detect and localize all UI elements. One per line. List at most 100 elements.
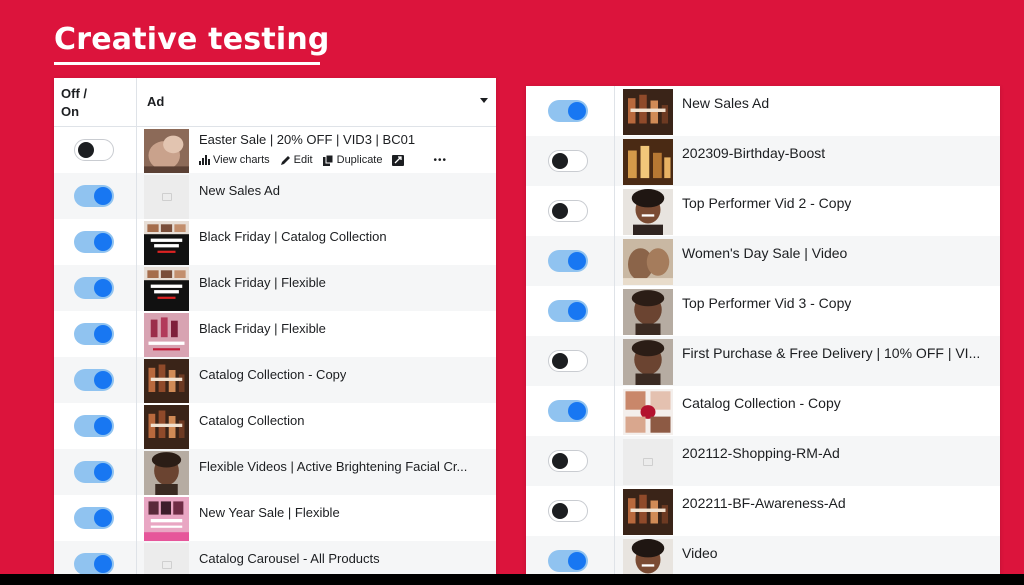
sort-caret-icon[interactable]	[480, 98, 488, 103]
table-row[interactable]: New Sales Ad	[526, 86, 1000, 136]
ad-thumbnail[interactable]	[144, 313, 189, 357]
toggle-knob	[568, 552, 586, 570]
ad-toggle-switch[interactable]	[548, 200, 588, 222]
toggle-knob	[94, 187, 112, 205]
ad-thumbnail[interactable]	[623, 189, 673, 235]
ad-name-link[interactable]: Catalog Collection	[199, 413, 305, 428]
ad-name-link[interactable]: Easter Sale | 20% OFF | VID3 | BC01	[199, 132, 415, 147]
ad-toggle-switch[interactable]	[74, 323, 114, 345]
ad-cell: Black Friday | Flexible	[137, 311, 496, 357]
ad-toggle-switch[interactable]	[74, 553, 114, 574]
table-row[interactable]: 202309-Birthday-Boost	[526, 136, 1000, 186]
ad-name-link[interactable]: 202112-Shopping-RM-Ad	[682, 445, 840, 461]
table-row[interactable]: Black Friday | Flexible	[54, 311, 496, 357]
header-off-on[interactable]: Off / On	[54, 78, 137, 126]
ad-thumbnail[interactable]	[144, 267, 189, 311]
table-row[interactable]: 202112-Shopping-RM-Ad	[526, 436, 1000, 486]
table-row[interactable]: New Year Sale | Flexible	[54, 495, 496, 541]
ad-thumbnail[interactable]	[623, 539, 673, 574]
ad-toggle-switch[interactable]	[548, 150, 588, 172]
ad-thumbnail[interactable]	[144, 129, 189, 173]
ad-thumbnail[interactable]	[623, 139, 673, 185]
table-row[interactable]: New Sales Ad	[54, 173, 496, 219]
ad-cell: Catalog Collection - Copy	[615, 386, 1000, 436]
table-row[interactable]: Black Friday | Catalog Collection	[54, 219, 496, 265]
duplicate-link[interactable]: Duplicate	[322, 154, 382, 166]
ad-toggle-switch[interactable]	[74, 231, 114, 253]
ad-thumbnail[interactable]	[144, 497, 189, 541]
ad-thumbnail[interactable]	[623, 489, 673, 535]
table-row[interactable]: Catalog Collection	[54, 403, 496, 449]
ad-toggle-switch[interactable]	[74, 369, 114, 391]
ad-name-link[interactable]: Black Friday | Flexible	[199, 321, 326, 336]
ad-name-link[interactable]: New Sales Ad	[199, 183, 280, 198]
ad-toggle-switch[interactable]	[74, 185, 114, 207]
ad-toggle-switch[interactable]	[74, 507, 114, 529]
ad-toggle-switch[interactable]	[74, 415, 114, 437]
edit-link[interactable]: Edit	[280, 154, 313, 166]
ad-cell: Catalog Collection	[137, 403, 496, 449]
ad-toggle-switch[interactable]	[548, 550, 588, 572]
ad-thumbnail[interactable]	[144, 405, 189, 449]
ad-name-link[interactable]: Women's Day Sale | Video	[682, 245, 847, 261]
ad-thumbnail[interactable]	[623, 239, 673, 285]
table-row[interactable]: Video	[526, 536, 1000, 574]
ad-name-link[interactable]: New Year Sale | Flexible	[199, 505, 340, 520]
more-options-button[interactable]: •••	[433, 155, 447, 166]
ad-name-link[interactable]: Black Friday | Catalog Collection	[199, 229, 387, 244]
table-row[interactable]: 202211-BF-Awareness-Ad	[526, 486, 1000, 536]
ad-toggle-switch[interactable]	[74, 461, 114, 483]
ad-thumbnail[interactable]	[623, 389, 673, 435]
ad-name-link[interactable]: Flexible Videos | Active Brightening Fac…	[199, 459, 467, 474]
ad-thumbnail[interactable]	[144, 175, 189, 219]
ad-name-link[interactable]: Video	[682, 545, 718, 561]
header-off-on-line1: Off /	[61, 86, 87, 101]
table-row[interactable]: Women's Day Sale | Video	[526, 236, 1000, 286]
table-row[interactable]: Flexible Videos | Active Brightening Fac…	[54, 449, 496, 495]
ad-cell: Top Performer Vid 3 - Copy	[615, 286, 1000, 336]
view-charts-link[interactable]: View charts	[199, 154, 270, 166]
ad-toggle-switch[interactable]	[548, 450, 588, 472]
ad-name-link[interactable]: New Sales Ad	[682, 95, 769, 111]
ad-name-link[interactable]: 202211-BF-Awareness-Ad	[682, 495, 846, 511]
bottom-bar	[0, 574, 1024, 585]
ad-name-link[interactable]: Top Performer Vid 3 - Copy	[682, 295, 851, 311]
ad-thumbnail[interactable]	[623, 439, 673, 485]
ad-toggle-switch[interactable]	[548, 500, 588, 522]
ad-name-link[interactable]: 202309-Birthday-Boost	[682, 145, 825, 161]
ad-toggle-switch[interactable]	[74, 139, 114, 161]
ad-toggle-switch[interactable]	[548, 250, 588, 272]
ad-name-link[interactable]: Catalog Collection - Copy	[199, 367, 346, 382]
table-row[interactable]: Black Friday | Flexible	[54, 265, 496, 311]
ad-toggle-switch[interactable]	[74, 277, 114, 299]
ad-name-link[interactable]: Catalog Collection - Copy	[682, 395, 841, 411]
ad-name-link[interactable]: Top Performer Vid 2 - Copy	[682, 195, 851, 211]
ad-thumbnail[interactable]	[144, 543, 189, 574]
preview-link[interactable]	[392, 154, 407, 166]
table-row[interactable]: Easter Sale | 20% OFF | VID3 | BC01 View …	[54, 127, 496, 173]
table-row[interactable]: First Purchase & Free Delivery | 10% OFF…	[526, 336, 1000, 386]
ad-thumbnail[interactable]	[144, 451, 189, 495]
table-row[interactable]: Catalog Collection - Copy	[54, 357, 496, 403]
table-row[interactable]: Catalog Collection - Copy	[526, 386, 1000, 436]
table-row[interactable]: Top Performer Vid 3 - Copy	[526, 286, 1000, 336]
ad-toggle-switch[interactable]	[548, 100, 588, 122]
ad-toggle-switch[interactable]	[548, 400, 588, 422]
ad-name-link[interactable]: Black Friday | Flexible	[199, 275, 326, 290]
ad-cell: 202112-Shopping-RM-Ad	[615, 436, 1000, 486]
ad-name-link[interactable]: First Purchase & Free Delivery | 10% OFF…	[682, 345, 980, 361]
toggle-cell	[526, 286, 615, 336]
ad-thumbnail[interactable]	[144, 221, 189, 265]
ad-thumbnail[interactable]	[623, 339, 673, 385]
ad-thumbnail[interactable]	[144, 359, 189, 403]
table-row[interactable]: Top Performer Vid 2 - Copy	[526, 186, 1000, 236]
ad-cell: 202211-BF-Awareness-Ad	[615, 486, 1000, 536]
ad-name-link[interactable]: Catalog Carousel - All Products	[199, 551, 380, 566]
ad-thumbnail[interactable]	[623, 89, 673, 135]
ad-thumbnail[interactable]	[623, 289, 673, 335]
ad-toggle-switch[interactable]	[548, 300, 588, 322]
table-row[interactable]: Catalog Carousel - All Products	[54, 541, 496, 574]
placeholder-image	[144, 543, 189, 574]
ad-toggle-switch[interactable]	[548, 350, 588, 372]
header-ad[interactable]: Ad	[137, 78, 496, 126]
